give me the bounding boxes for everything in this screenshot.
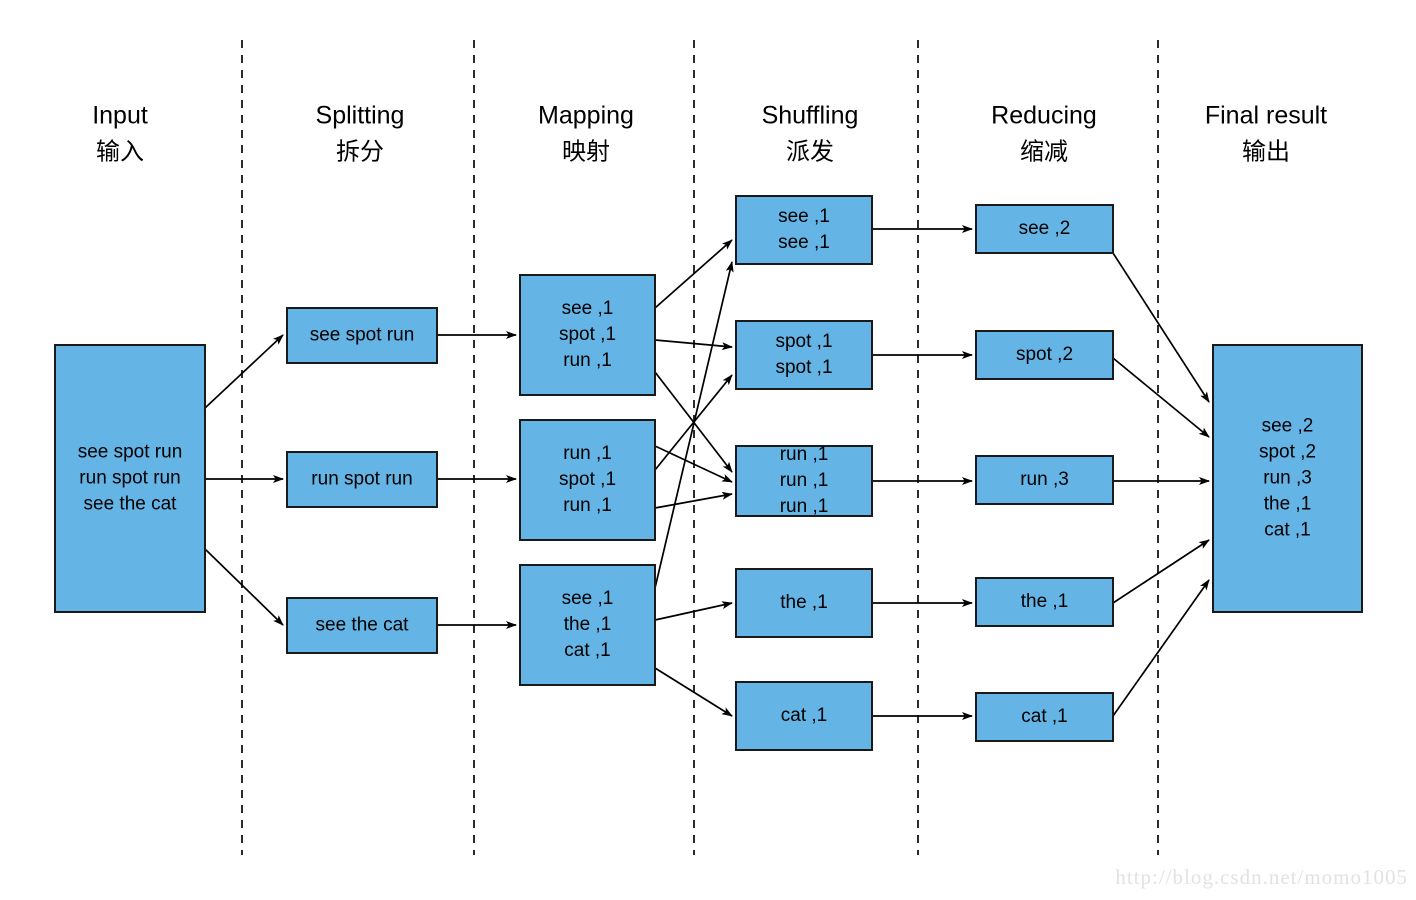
node-line: cat ,1 xyxy=(1021,706,1067,727)
node-shuffle-run: run ,1 run ,1 run ,1 xyxy=(735,444,873,517)
phase-subtitle-split: 拆分 xyxy=(336,138,384,165)
node-line: run spot run xyxy=(79,468,180,489)
node-line: see ,2 xyxy=(1262,416,1314,437)
phase-title-map: Mapping xyxy=(538,102,634,130)
phase-headers: Input 输入 Splitting 拆分 Mapping 映射 Shuffling 派发 Re… xyxy=(92,102,1327,166)
node-line: the ,1 xyxy=(780,592,828,613)
node-line: see ,1 xyxy=(778,232,830,253)
phase-header-map: Mapping 映射 xyxy=(538,102,634,166)
node-map-2: run ,1 spot ,1 run ,1 xyxy=(519,419,656,541)
node-line: see the cat xyxy=(316,615,410,636)
diagram-canvas: see spot runrun spot runsee the catsee s… xyxy=(54,40,1408,889)
phase-header-shuffle: Shuffling 派发 xyxy=(762,102,859,166)
node-line: run ,1 xyxy=(563,443,612,464)
node-line: spot ,1 xyxy=(775,357,832,378)
phase-subtitle-input: 输入 xyxy=(96,138,144,165)
node-line: cat ,1 xyxy=(1264,520,1310,541)
phase-subtitle-map: 映射 xyxy=(562,138,610,165)
node-line: run spot run xyxy=(311,469,412,490)
node-input-1: see spot run run spot run see the cat xyxy=(54,344,206,613)
node-final-1: see ,2 spot ,2 run ,3 the ,1 cat ,1 xyxy=(1212,344,1363,613)
phase-header-reduce: Reducing 缩减 xyxy=(991,102,1097,166)
flow-arrow-input-1-to-split-1 xyxy=(204,334,284,409)
phase-title-final: Final result xyxy=(1205,102,1327,130)
node-line: see ,1 xyxy=(562,588,614,609)
phase-title-input: Input xyxy=(92,102,148,130)
node-line: run ,3 xyxy=(1020,469,1069,490)
node-split-3: see the cat xyxy=(286,597,438,654)
node-line: the ,1 xyxy=(1264,494,1312,515)
node-reduce-the: the ,1 xyxy=(975,577,1114,627)
phase-title-split: Splitting xyxy=(316,102,405,130)
phase-header-final: Final result 输出 xyxy=(1205,102,1327,166)
node-line: see the cat xyxy=(84,494,178,515)
node-line: spot ,1 xyxy=(775,331,832,352)
node-shuffle-the: the ,1 xyxy=(735,568,873,638)
node-line: the ,1 xyxy=(1021,591,1069,612)
phase-header-split: Splitting 拆分 xyxy=(316,102,405,166)
node-line: run ,1 xyxy=(563,350,612,371)
phase-subtitle-final: 输出 xyxy=(1242,138,1290,165)
watermark-text: http://blog.csdn.net/momo1005 xyxy=(1115,865,1408,889)
node-line: spot ,2 xyxy=(1016,344,1073,365)
diagram-nodes: see spot runrun spot runsee the catsee s… xyxy=(54,195,1363,751)
node-line: run ,1 xyxy=(780,496,829,517)
phase-header-input: Input 输入 xyxy=(92,102,148,166)
flow-arrow-reduce-the-to-final-1 xyxy=(1112,539,1210,604)
phase-subtitle-reduce: 缩减 xyxy=(1020,138,1068,165)
node-line: see spot run xyxy=(310,325,415,346)
node-line: spot ,1 xyxy=(559,469,616,490)
node-reduce-cat: cat ,1 xyxy=(975,692,1114,742)
node-line: run ,1 xyxy=(780,470,829,491)
node-line: see ,2 xyxy=(1019,218,1071,239)
phase-subtitle-shuffle: 派发 xyxy=(786,138,834,165)
phase-title-shuffle: Shuffling xyxy=(762,102,859,130)
flow-arrow-reduce-see-to-final-1 xyxy=(1112,252,1210,403)
flow-arrow-input-1-to-split-3 xyxy=(204,548,284,626)
node-line: cat ,1 xyxy=(781,705,827,726)
node-shuffle-cat: cat ,1 xyxy=(735,681,873,751)
node-split-2: run spot run xyxy=(286,451,438,508)
node-shuffle-spot: spot ,1 spot ,1 xyxy=(735,320,873,390)
node-line: spot ,1 xyxy=(559,324,616,345)
node-line: run ,1 xyxy=(780,444,829,465)
flow-arrow-reduce-cat-to-final-1 xyxy=(1112,579,1210,717)
watermark-layer: http://blog.csdn.net/momo1005 xyxy=(1115,865,1408,889)
node-map-1: see ,1 spot ,1 run ,1 xyxy=(519,274,656,396)
mapreduce-diagram: see spot run run spot run see the cat see s… xyxy=(0,0,1416,900)
node-line: cat ,1 xyxy=(564,640,610,661)
node-shuffle-see: see ,1 see ,1 xyxy=(735,195,873,265)
node-line: spot ,2 xyxy=(1259,442,1316,463)
node-line: run ,3 xyxy=(1263,468,1312,489)
phase-title-reduce: Reducing xyxy=(991,102,1097,130)
node-reduce-run: run ,3 xyxy=(975,455,1114,505)
node-line: the ,1 xyxy=(564,614,612,635)
flow-arrow-reduce-spot-to-final-1 xyxy=(1112,357,1210,438)
node-split-1: see spot run xyxy=(286,307,438,364)
node-line: run ,1 xyxy=(563,495,612,516)
node-reduce-spot: spot ,2 xyxy=(975,330,1114,380)
node-line: see ,1 xyxy=(778,206,830,227)
node-line: see spot run xyxy=(78,442,183,463)
node-map-3: see ,1 the ,1 cat ,1 xyxy=(519,564,656,686)
node-line: see ,1 xyxy=(562,298,614,319)
node-reduce-see: see ,2 xyxy=(975,204,1114,254)
